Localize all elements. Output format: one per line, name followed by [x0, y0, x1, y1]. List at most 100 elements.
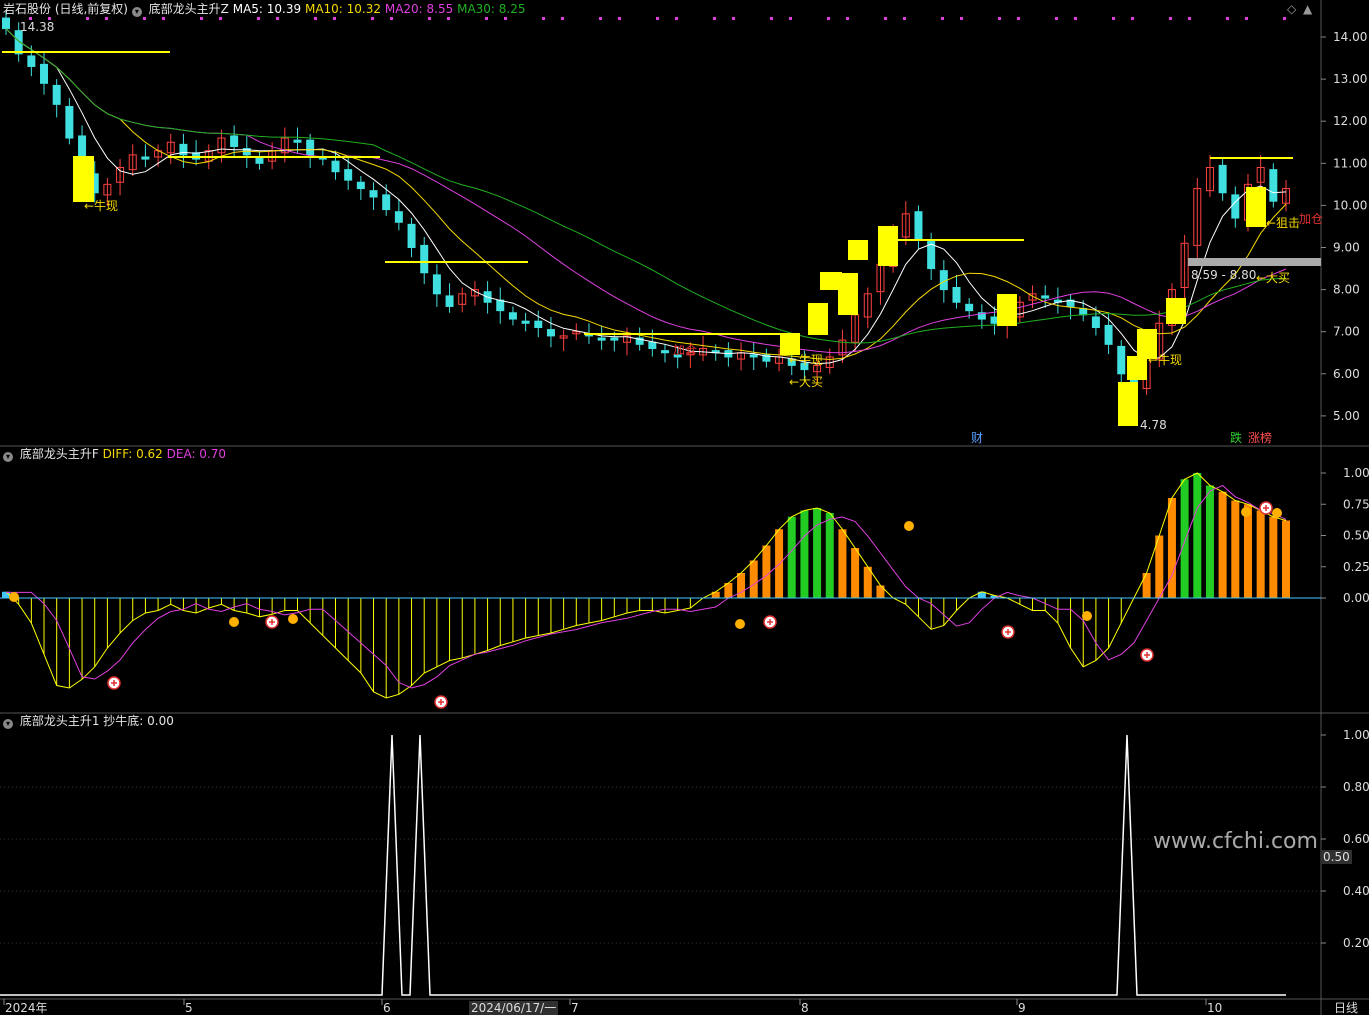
- top-marker-dot: [200, 17, 203, 20]
- settings-icon[interactable]: ▾: [3, 452, 13, 462]
- top-marker-dot: [314, 17, 317, 20]
- macd-pos-bar: [1142, 573, 1151, 598]
- top-marker-dot: [960, 17, 963, 20]
- candle-body: [1269, 169, 1278, 202]
- signal-niuxian-3: ←牛现: [1148, 353, 1183, 367]
- time-axis-label: 5: [185, 1001, 193, 1015]
- signal-jiacang-1: 加仓: [673, 343, 698, 357]
- stock-title[interactable]: 岩石股份 (日线,前复权): [3, 2, 128, 16]
- chart-canvas[interactable]: 14.00 13.00 12.00 11.00 10.00 9.00 8.00 7.00 6.0…: [0, 0, 1369, 1015]
- signal-juji: ←狙击: [1266, 216, 1301, 230]
- settings-icon[interactable]: ▾: [3, 719, 13, 729]
- coin-marker: [288, 614, 298, 624]
- macd-pos-bar: [1193, 473, 1202, 598]
- macd-pos-bar: [1269, 516, 1278, 598]
- candle-body: [407, 223, 416, 249]
- macd-pos-bar: [876, 585, 885, 598]
- coin-marker: [904, 521, 914, 531]
- drop-badge[interactable]: 跌: [1230, 431, 1242, 445]
- coin-marker: [1082, 611, 1092, 621]
- candle-body: [1041, 295, 1050, 299]
- top-marker-dot: [789, 17, 792, 20]
- time-axis-label: 8: [801, 1001, 809, 1015]
- price-axis-label: 6.00: [1333, 367, 1360, 381]
- signal-box: [808, 303, 828, 335]
- macd-pos-bar: [838, 529, 847, 598]
- time-axis-label: 7: [571, 1001, 579, 1015]
- indicator-1-name[interactable]: 底部龙头主升1: [20, 714, 100, 728]
- bottom-axis-label: 0.80: [1343, 780, 1369, 794]
- macd-pos-bar: [851, 548, 860, 598]
- macd-axis-label: 0.75: [1343, 497, 1369, 511]
- price-axis-label: 7.00: [1333, 325, 1360, 339]
- bottom-legend: ▾ 底部龙头主升1 抄牛底: 0.00: [3, 714, 174, 729]
- ma20-label: MA20: 8.55: [384, 2, 454, 16]
- candle-body: [293, 139, 302, 143]
- top-marker-dot: [827, 17, 830, 20]
- candle-body: [1079, 308, 1088, 316]
- top-marker-dot: [675, 17, 678, 20]
- coin-marker: [1272, 508, 1282, 518]
- ma10-line: [5, 28, 1287, 361]
- signal-damai-1: ←大买: [789, 375, 824, 389]
- signal-box: [1246, 187, 1266, 227]
- candle-body: [394, 211, 403, 223]
- candle-body: [306, 139, 315, 156]
- indicator-z-name[interactable]: 底部龙头主升Z: [149, 2, 229, 16]
- candle-body: [648, 341, 657, 350]
- period-button[interactable]: 日线: [1334, 1001, 1358, 1015]
- crosshair-value-label: 0.50: [1321, 850, 1352, 864]
- signal-damai-2: ←大买: [1256, 271, 1291, 285]
- candle-body: [661, 350, 670, 354]
- top-marker-dot: [599, 17, 602, 20]
- candle-body: [1104, 324, 1113, 345]
- indicator-f-name[interactable]: 底部龙头主升F: [20, 447, 99, 461]
- top-marker-dot: [1131, 17, 1134, 20]
- top-marker-dot: [428, 17, 431, 20]
- top-marker-dot: [561, 17, 564, 20]
- time-axis-label: 6: [383, 1001, 391, 1015]
- top-marker-dot: [257, 17, 260, 20]
- financial-badge[interactable]: 财: [971, 431, 983, 445]
- diff-line: [5, 472, 1287, 699]
- candle-body: [52, 84, 61, 105]
- settings-icon[interactable]: ▾: [131, 7, 142, 17]
- coin-marker: [229, 617, 239, 627]
- macd-pos-bar: [787, 516, 796, 598]
- ma30-line: [5, 28, 1287, 344]
- zhangbang-badge[interactable]: 涨榜: [1248, 431, 1272, 445]
- candle-body: [521, 320, 530, 324]
- time-axis-label: 2024年: [5, 1001, 48, 1015]
- candle-body: [952, 286, 961, 303]
- candle-body: [344, 169, 353, 181]
- macd-axis-label: 0.25: [1343, 560, 1369, 574]
- top-marker-dot: [371, 17, 374, 20]
- candle-body: [1218, 164, 1227, 194]
- top-marker-dot: [713, 17, 716, 20]
- macd-pos-bar: [1243, 504, 1252, 598]
- bottom-axis-label: 1.00: [1343, 728, 1369, 742]
- signal-niuxian-2: ←牛现: [789, 353, 824, 367]
- signal-box: [1118, 382, 1138, 426]
- dea-line: [6, 484, 1287, 689]
- ma20-line: [5, 28, 1287, 354]
- top-marker-dot: [656, 17, 659, 20]
- candle-body: [192, 152, 201, 160]
- collapse-icon[interactable]: ▲: [1303, 2, 1312, 16]
- candle-body: [369, 190, 378, 198]
- crosshair-date-label: 2024/06/17/一: [469, 1001, 559, 1015]
- coin-marker: [9, 592, 19, 602]
- candle-body: [534, 320, 543, 328]
- candle-body: [432, 274, 441, 295]
- signal-box: [878, 226, 898, 266]
- top-marker-dot: [1055, 17, 1058, 20]
- diamond-icon[interactable]: ◇: [1287, 2, 1296, 16]
- macd-pos-bar: [813, 508, 822, 598]
- macd-axis-label: 0.50: [1343, 529, 1369, 543]
- candle-body: [356, 181, 365, 190]
- top-marker-dot: [390, 17, 393, 20]
- top-marker-dot: [1188, 17, 1191, 20]
- top-marker-dot: [1226, 17, 1229, 20]
- macd-pos-bar: [1256, 510, 1265, 598]
- top-marker-dot: [105, 17, 108, 20]
